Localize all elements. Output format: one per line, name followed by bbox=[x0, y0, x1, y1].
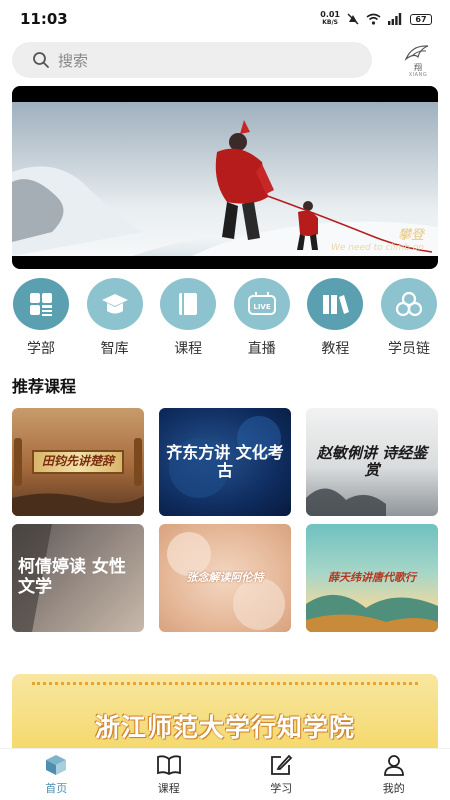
battery-icon: 67 bbox=[410, 13, 432, 25]
book-icon bbox=[160, 278, 217, 330]
course-card[interactable]: 张念解读阿伦特 bbox=[159, 524, 291, 632]
category-label: 直播 bbox=[247, 341, 276, 357]
promo-banner[interactable]: 浙江师范大学行知学院 bbox=[12, 674, 438, 754]
tab-courses[interactable]: 课程 bbox=[113, 749, 226, 800]
climber-main bbox=[215, 120, 274, 240]
status-time: 11:03 bbox=[20, 10, 68, 28]
category-kecheng[interactable]: 课程 bbox=[157, 278, 219, 358]
banner-caption-sub: We need to climb on bbox=[330, 243, 424, 253]
category-label: 课程 bbox=[174, 341, 203, 357]
category-label: 学部 bbox=[27, 341, 55, 357]
logo-text: 翔 bbox=[414, 62, 422, 72]
open-book-icon bbox=[156, 755, 181, 776]
edit-icon bbox=[271, 754, 293, 775]
tab-label: 首页 bbox=[45, 782, 68, 795]
wifi-icon bbox=[366, 13, 381, 25]
category-xuebu[interactable]: 学部 bbox=[10, 278, 72, 358]
tab-label: 学习 bbox=[270, 782, 293, 795]
banner-caption-main: 攀登 bbox=[397, 228, 424, 243]
course-card[interactable]: 齐东方讲 文化考古 bbox=[159, 408, 291, 516]
link-icon bbox=[380, 278, 437, 330]
category-jiaocheng[interactable]: 教程 bbox=[304, 278, 366, 358]
home-cube-icon bbox=[46, 755, 67, 775]
course-card[interactable]: 薛天纬讲唐代歌行 bbox=[306, 524, 438, 632]
tab-label: 我的 bbox=[382, 782, 405, 795]
category-label: 教程 bbox=[321, 341, 350, 357]
user-icon bbox=[383, 755, 404, 776]
category-label: 学员链 bbox=[387, 341, 430, 357]
category-nav: 学部 智库 课程 LIVE 直播 教程 学员链 bbox=[0, 278, 450, 358]
bottom-tab-bar: 首页 课程 学习 我的 bbox=[0, 748, 450, 800]
category-zhiku[interactable]: 智库 bbox=[84, 278, 146, 358]
search-icon bbox=[33, 52, 49, 68]
category-xueyuanlian[interactable]: 学员链 bbox=[378, 278, 440, 358]
course-title: 田钧先讲楚辞 bbox=[31, 450, 124, 474]
svg-text:LIVE: LIVE bbox=[253, 303, 270, 311]
signal-icon bbox=[388, 13, 402, 25]
category-zhibo[interactable]: LIVE 直播 bbox=[231, 278, 293, 358]
tab-label: 课程 bbox=[157, 782, 180, 795]
course-title: 齐东方讲 文化考古 bbox=[166, 442, 284, 480]
course-title: 赵敏俐讲 诗经鉴赏 bbox=[316, 443, 428, 479]
category-label: 智库 bbox=[100, 341, 129, 357]
grid-icon bbox=[13, 278, 69, 330]
course-grid: 田钧先讲楚辞 齐东方讲 文化考古 赵敏俐讲 诗经鉴赏 柯倩婷读 女性文学 张念解… bbox=[12, 408, 439, 632]
promo-dots-decoration bbox=[32, 682, 418, 688]
hero-banner[interactable]: 攀登 We need to climb on bbox=[12, 86, 438, 269]
promo-title: 浙江师范大学行知学院 bbox=[94, 713, 355, 742]
recommended-courses-title: 推荐课程 bbox=[12, 377, 77, 396]
tab-profile[interactable]: 我的 bbox=[338, 749, 450, 800]
status-icons: 0.01 KB/S 67 bbox=[320, 11, 432, 27]
course-card[interactable]: 田钧先讲楚辞 bbox=[12, 408, 144, 516]
live-tv-icon: LIVE bbox=[233, 278, 290, 330]
search-placeholder: 搜索 bbox=[58, 51, 89, 70]
status-bar: 11:03 0.01 KB/S 67 bbox=[0, 0, 450, 38]
banner-caption: 攀登 We need to climb on bbox=[331, 224, 424, 253]
graduation-cap-icon bbox=[86, 278, 143, 330]
network-speed: 0.01 KB/S bbox=[320, 10, 340, 27]
logo-subtext: XIANG bbox=[408, 71, 428, 78]
course-card[interactable]: 柯倩婷读 女性文学 bbox=[12, 524, 144, 632]
course-title: 张念解读阿伦特 bbox=[186, 570, 264, 584]
mute-icon bbox=[347, 13, 359, 25]
tab-home[interactable]: 首页 bbox=[0, 749, 113, 800]
app-logo[interactable]: 翔 XIANG bbox=[398, 40, 438, 80]
course-title: 薛天纬讲唐代歌行 bbox=[328, 570, 416, 584]
wing-logo-icon bbox=[404, 44, 429, 61]
course-card[interactable]: 赵敏俐讲 诗经鉴赏 bbox=[306, 408, 438, 516]
books-icon bbox=[307, 278, 364, 330]
search-input[interactable]: 搜索 bbox=[12, 42, 372, 78]
tab-study[interactable]: 学习 bbox=[225, 749, 338, 800]
search-row: 搜索 翔 XIANG bbox=[12, 41, 438, 79]
course-title: 柯倩婷读 女性文学 bbox=[18, 557, 126, 597]
